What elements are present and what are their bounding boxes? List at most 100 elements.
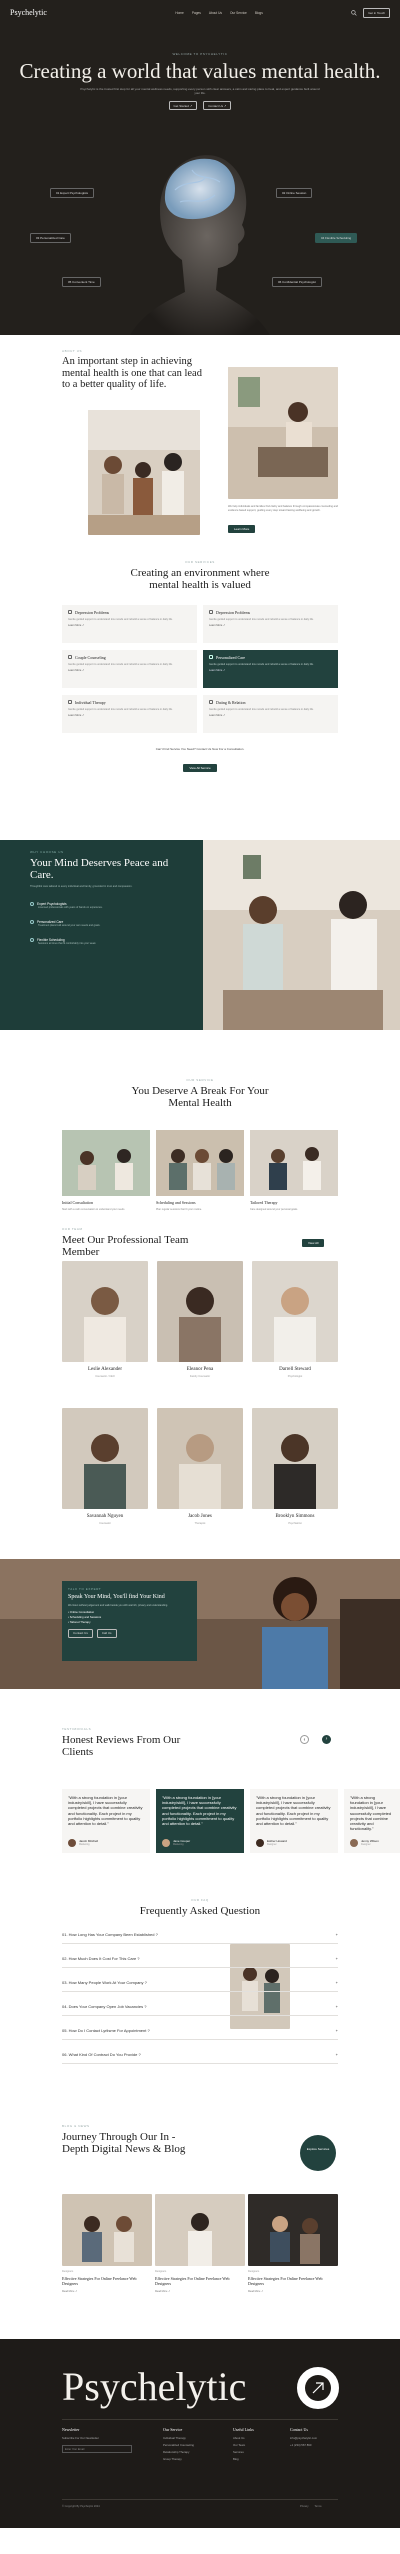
break-kicker: Our Service (186, 1078, 214, 1082)
faq-item-2[interactable]: 02. How Much Does It Cost For This Care … (62, 1956, 338, 1969)
plus-icon[interactable]: + (336, 1932, 338, 1937)
member-role: Family Counselor (189, 1375, 211, 1379)
card-desc: Plan regular sessions that fit your rout… (156, 1207, 202, 1211)
faq-item-1[interactable]: 01. How Long Has Your Company Been Estab… (62, 1932, 338, 1945)
break-card-tailored[interactable]: Tailored Therapy Care designed around yo… (250, 1130, 338, 1211)
review-card: "With a strong foundation in [your indus… (62, 1789, 150, 1853)
footer-badge[interactable] (297, 2367, 339, 2409)
blog-card[interactable]: Designers Effective Strategies For Online… (155, 2194, 245, 2293)
read-more-label: Read More (248, 2289, 261, 2293)
break-card-consultation[interactable]: Initial Consultation Start with a calm c… (62, 1130, 150, 1211)
nav-link-blogs[interactable]: Blogs (255, 11, 263, 15)
consultation-photo (62, 1130, 150, 1196)
plus-icon[interactable]: + (336, 1956, 338, 1961)
faq-item-3[interactable]: 03. How Many People Work At Your Company… (62, 1980, 338, 1993)
footer-link[interactable]: Relationship Therapy (163, 2450, 194, 2455)
find-contact-button[interactable]: Contact Us (68, 1628, 93, 1638)
service-link[interactable]: Learn More ↗ (68, 624, 191, 628)
read-more-link[interactable]: Read More ↗ (155, 2290, 245, 2293)
team-card-leslie[interactable]: Leslie Alexander Counselor / CEO (62, 1261, 148, 1379)
service-link[interactable]: Learn More ↗ (209, 669, 332, 673)
find-item-label: Online Consultation (69, 1609, 95, 1614)
service-link[interactable]: Learn More ↗ (209, 624, 332, 628)
search-icon[interactable] (351, 10, 357, 16)
service-card-couple[interactable]: Couple Counseling Gentle guided support t… (62, 650, 197, 688)
reviews-next-button[interactable]: › (322, 1735, 331, 1744)
reviewer-role: Marketing (79, 1843, 90, 1847)
faq-item-6[interactable]: 06. What Kind Of Contract Do You Provide… (62, 2052, 338, 2065)
member-role: Counselor (99, 1522, 111, 1526)
service-card-personalized[interactable]: Personalized Care Gentle guided support t… (203, 650, 338, 688)
read-more-link[interactable]: Read More ↗ (248, 2290, 338, 2293)
nav-link-service[interactable]: Our Service (230, 11, 247, 15)
team-card-jacob[interactable]: Jacob Jones Therapist (157, 1408, 243, 1526)
footer-link[interactable]: Blog (233, 2457, 254, 2462)
nav-link-home[interactable]: Home (175, 11, 184, 15)
team-card-savannah[interactable]: Savannah Nguyen Counselor (62, 1408, 148, 1526)
blog-card[interactable]: Designers Effective Strategies For Online… (248, 2194, 338, 2293)
break-section: Our Service You Deserve A Break For Your… (0, 1030, 400, 1223)
feature-expert: Expert Psychologists Licensed professiona… (30, 902, 118, 910)
get-started-button[interactable]: Get Started ↗ (168, 101, 198, 111)
team-card-eleanor[interactable]: Eleanor Pena Family Counselor (157, 1261, 243, 1379)
break-title: You Deserve A Break For Your Mental Heal… (131, 1085, 269, 1110)
find-call-button[interactable]: Call Us (96, 1628, 117, 1638)
nav-link-pages[interactable]: Pages (192, 11, 201, 15)
footer-email[interactable]: info@psychelytic.com (290, 2437, 317, 2441)
faq-title: Frequently Asked Question (139, 1905, 261, 1918)
service-link[interactable]: Learn More ↗ (209, 714, 332, 718)
reviewer-role: Marketing (173, 1843, 184, 1847)
plus-icon[interactable]: + (336, 1980, 338, 1985)
blog-meta: Designers (248, 2270, 260, 2274)
find-title: Speak Your Mind, You'll find Your Kind (68, 1594, 165, 1601)
about-learn-more-button[interactable]: Learn More (228, 525, 256, 534)
privacy-link[interactable]: Privacy (300, 2505, 309, 2509)
faq-item-5[interactable]: 05. How Do I Contact Lyrlisme For Appoin… (62, 2028, 338, 2041)
team-view-all-button[interactable]: View All (302, 1239, 325, 1248)
plus-icon[interactable]: + (336, 2028, 338, 2033)
get-in-touch-button[interactable]: Get in Touch (363, 8, 390, 18)
footer-link[interactable]: Services (233, 2450, 254, 2455)
blog-card[interactable]: Designers Effective Strategies For Online… (62, 2194, 152, 2293)
service-card-depression-2[interactable]: Depression Problems Gentle guided support… (203, 605, 338, 643)
site-logo[interactable]: Psychelytic (10, 8, 47, 19)
tailored-photo (250, 1130, 338, 1196)
blog-post-title: Effective Strategies For Online Freelanc… (62, 2275, 137, 2287)
newsletter-email-input[interactable]: Enter Your Email (62, 2445, 132, 2454)
service-card-depression[interactable]: Depression Problems Gentle guided support… (62, 605, 197, 643)
member-name: Leslie Alexander (87, 1367, 122, 1373)
service-card-dating[interactable]: Dating & Relation Gentle guided support t… (203, 695, 338, 733)
check-icon (30, 938, 34, 943)
nav-link-about[interactable]: About Us (209, 11, 222, 15)
break-card-scheduling[interactable]: Scheduling and Sessions Plan regular ses… (156, 1130, 244, 1211)
reviews-prev-button[interactable]: ‹ (300, 1735, 309, 1744)
service-link[interactable]: Learn More ↗ (68, 714, 191, 718)
plus-icon[interactable]: + (336, 2004, 338, 2009)
team-kicker: Our Team (62, 1227, 83, 1231)
terms-link[interactable]: Terms (315, 2505, 322, 2509)
plus-icon[interactable]: + (336, 2052, 338, 2057)
footer-col-title: Our Service (163, 2427, 183, 2432)
faq-item-4[interactable]: 04. Does Your Company Open Job Vacancies… (62, 2004, 338, 2017)
footer-link[interactable]: About Us (233, 2437, 254, 2441)
team-card-brooklyn[interactable]: Brooklyn Simmons Psychiatrist (252, 1408, 338, 1526)
card-title: Tailored Therapy (250, 1200, 278, 1206)
service-card-individual[interactable]: Individual Therapy Gentle guided support … (62, 695, 197, 733)
team-card-darrell[interactable]: Darrell Steward Psychologist (252, 1261, 338, 1379)
contact-us-label: Contact Us (208, 103, 224, 108)
card-title: Initial Consultation (62, 1200, 93, 1206)
read-more-link[interactable]: Read More ↗ (62, 2290, 152, 2293)
view-all-service-button[interactable]: View All Service (183, 764, 217, 773)
footer-link[interactable]: Personalized Counseling (163, 2443, 194, 2448)
footer-link[interactable]: Group Therapy (163, 2457, 194, 2462)
contact-us-button[interactable]: Contact Us ↗ (203, 101, 232, 111)
member-photo (62, 1408, 148, 1509)
explore-services-badge[interactable]: Explore Services (300, 2135, 336, 2171)
footer-link[interactable]: Our Team (233, 2443, 254, 2448)
footer-phone[interactable]: +1 (234) 567 890 (290, 2443, 317, 2448)
hero-pill-expert: 01 Expert Psychologists (50, 188, 95, 199)
footer-link[interactable]: Individual Therapy (163, 2437, 194, 2441)
top-nav: Psychelytic Home Pages About Us Our Serv… (0, 0, 400, 26)
service-link[interactable]: Learn More ↗ (68, 669, 191, 673)
services-note: Can't Find Service You Need? Contact Us … (155, 747, 245, 751)
